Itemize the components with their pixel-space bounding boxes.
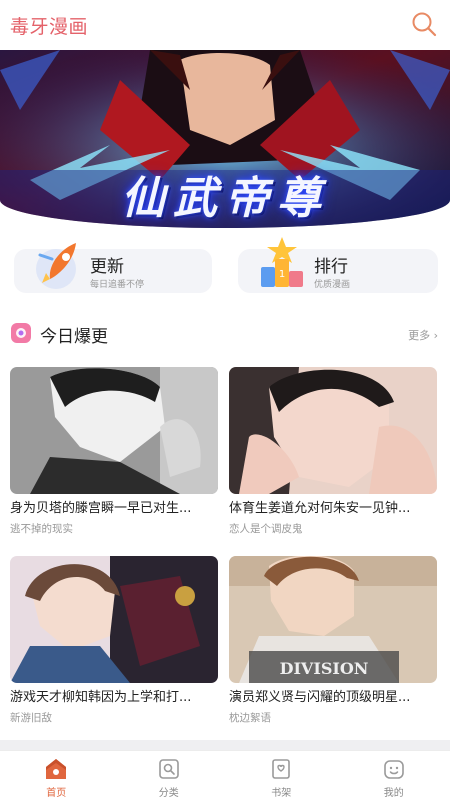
nav-home-label: 首页 xyxy=(46,788,67,799)
comic-card[interactable]: 游戏天才柳知韩因为上学和打... 新游旧敌 xyxy=(10,556,218,725)
comic-cover xyxy=(10,367,218,494)
ranking-card[interactable]: 1 排行 优质漫画 xyxy=(238,237,438,293)
comic-cover xyxy=(229,367,437,494)
comic-title: 身为贝塔的滕宫瞬一早已对生... xyxy=(10,501,192,516)
rocket-icon xyxy=(36,243,76,289)
search-button[interactable] xyxy=(410,10,438,38)
comic-title: 游戏天才柳知韩因为上学和打... xyxy=(10,690,192,705)
comic-card[interactable]: DIVISION 演员郑义贤与闪耀的顶级明星... 枕边絮语 xyxy=(229,556,437,725)
bookshelf-icon xyxy=(272,759,291,779)
profile-icon xyxy=(383,760,404,779)
nav-profile[interactable]: 我的 xyxy=(338,751,450,800)
section-header: 今日爆更 更多 › xyxy=(0,320,450,348)
svg-text:DIVISION: DIVISION xyxy=(280,659,369,678)
comic-cover xyxy=(10,556,218,683)
home-icon xyxy=(46,759,67,779)
search-icon xyxy=(412,12,437,37)
updates-card[interactable]: 更新 每日追番不停 xyxy=(14,243,212,293)
updates-subtitle: 每日追番不停 xyxy=(90,280,145,290)
section-divider xyxy=(0,740,450,750)
flower-icon xyxy=(11,323,31,343)
category-icon xyxy=(158,759,179,779)
bottom-navigation: 首页 分类 书架 我的 xyxy=(0,750,450,800)
nav-bookshelf-label: 书架 xyxy=(271,788,292,799)
top-bar: 毒牙漫画 xyxy=(0,0,450,50)
comic-card[interactable]: 身为贝塔的滕宫瞬一早已对生... 逃不掉的现实 xyxy=(10,367,218,536)
comic-author: 恋人是个调皮鬼 xyxy=(229,523,303,535)
nav-category[interactable]: 分类 xyxy=(113,751,226,800)
comic-author: 逃不掉的现实 xyxy=(10,523,73,535)
section-title: 今日爆更 xyxy=(40,327,108,347)
ranking-subtitle: 优质漫画 xyxy=(314,280,351,290)
banner-title: 仙武帝尊 xyxy=(121,173,329,224)
comic-title: 体育生姜道允对何朱安一见钟... xyxy=(229,501,411,516)
nav-bookshelf[interactable]: 书架 xyxy=(225,751,338,800)
updates-title: 更新 xyxy=(90,257,124,277)
ranking-title: 排行 xyxy=(314,257,348,277)
comic-cover: DIVISION xyxy=(229,556,437,683)
app-title: 毒牙漫画 xyxy=(10,16,89,38)
nav-profile-label: 我的 xyxy=(383,788,404,799)
nav-category-label: 分类 xyxy=(158,788,179,799)
svg-text:1: 1 xyxy=(279,269,285,280)
comic-title: 演员郑义贤与闪耀的顶级明星... xyxy=(229,690,411,705)
more-link[interactable]: 更多 › xyxy=(408,327,438,343)
comic-card[interactable]: 体育生姜道允对何朱安一见钟... 恋人是个调皮鬼 xyxy=(229,367,437,536)
podium-trophy-icon: 1 xyxy=(261,237,303,287)
comic-author: 枕边絮语 xyxy=(229,712,271,724)
comic-author: 新游旧敌 xyxy=(10,712,52,724)
featured-banner[interactable]: 仙武帝尊 xyxy=(0,50,450,228)
nav-home[interactable]: 首页 xyxy=(0,751,113,800)
